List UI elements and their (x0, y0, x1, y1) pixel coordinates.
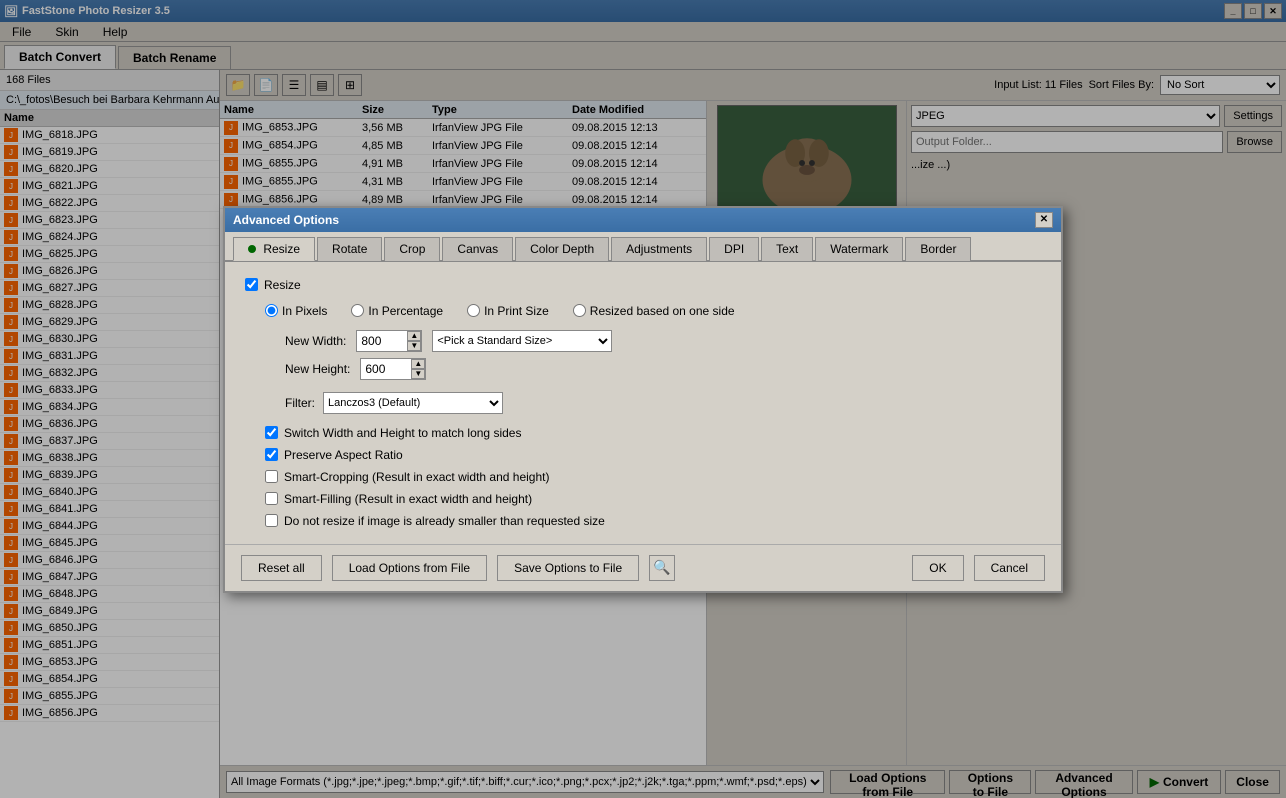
size-inputs: New Width: ▲ ▼ <Pick a Standard Size> (245, 330, 1041, 380)
reset-all-button[interactable]: Reset all (241, 555, 322, 581)
filter-select[interactable]: Lanczos3 (Default) Bilinear Bicubic Box (323, 392, 503, 414)
tab-resize[interactable]: Resize (233, 237, 315, 261)
height-up-button[interactable]: ▲ (411, 359, 425, 369)
search-icon-button[interactable]: 🔍 (649, 555, 675, 581)
smart-fill-row: Smart-Filling (Result in exact width and… (265, 492, 1041, 506)
dialog-footer: Reset all Load Options from File Save Op… (225, 544, 1061, 591)
save-options-dialog-button[interactable]: Save Options to File (497, 555, 639, 581)
tab-text[interactable]: Text (761, 237, 813, 261)
dialog-title: Advanced Options (233, 213, 339, 227)
new-width-input[interactable] (357, 331, 407, 351)
switch-wh-checkbox[interactable] (265, 426, 278, 439)
preserve-ar-label: Preserve Aspect Ratio (284, 448, 403, 462)
smart-fill-label: Smart-Filling (Result in exact width and… (284, 492, 532, 506)
filter-label: Filter: (285, 396, 315, 410)
modal-overlay: Advanced Options ✕ Resize Rotate Crop Ca… (0, 0, 1286, 798)
radio-pixels[interactable]: In Pixels (265, 304, 327, 318)
dialog-titlebar: Advanced Options ✕ (225, 208, 1061, 232)
smart-crop-row: Smart-Cropping (Result in exact width an… (265, 470, 1041, 484)
width-spinners: ▲ ▼ (407, 331, 421, 351)
resize-enable-label: Resize (264, 278, 301, 292)
advanced-options-dialog: Advanced Options ✕ Resize Rotate Crop Ca… (223, 206, 1063, 593)
tab-rotate[interactable]: Rotate (317, 237, 382, 261)
new-height-label: New Height: (285, 362, 350, 376)
resize-mode-group: In Pixels In Percentage In Print Size (245, 304, 1041, 318)
switch-wh-row: Switch Width and Height to match long si… (265, 426, 1041, 440)
dialog-close-button[interactable]: ✕ (1035, 212, 1053, 228)
tab-canvas[interactable]: Canvas (442, 237, 513, 261)
resize-enable-checkbox[interactable] (245, 278, 258, 291)
tab-active-indicator (248, 245, 256, 253)
ok-button[interactable]: OK (912, 555, 963, 581)
no-enlarge-checkbox[interactable] (265, 514, 278, 527)
preserve-ar-row: Preserve Aspect Ratio (265, 448, 1041, 462)
preserve-ar-checkbox[interactable] (265, 448, 278, 461)
tab-dpi[interactable]: DPI (709, 237, 759, 261)
resize-section: Resize In Pixels In Percentage (245, 278, 1041, 528)
radio-percentage[interactable]: In Percentage (351, 304, 443, 318)
tab-watermark[interactable]: Watermark (815, 237, 903, 261)
tab-crop[interactable]: Crop (384, 237, 440, 261)
tab-adjustments[interactable]: Adjustments (611, 237, 707, 261)
dialog-body: Resize In Pixels In Percentage (225, 262, 1061, 544)
no-enlarge-label: Do not resize if image is already smalle… (284, 514, 605, 528)
height-spinners: ▲ ▼ (411, 359, 425, 379)
width-up-button[interactable]: ▲ (407, 331, 421, 341)
app-window: 🖼 FastStone Photo Resizer 3.5 _ □ ✕ File… (0, 0, 1286, 798)
resize-options: Switch Width and Height to match long si… (245, 426, 1041, 528)
new-height-input[interactable] (361, 359, 411, 379)
resize-enable-row: Resize (245, 278, 1041, 292)
smart-fill-checkbox[interactable] (265, 492, 278, 505)
smart-crop-label: Smart-Cropping (Result in exact width an… (284, 470, 549, 484)
smart-crop-checkbox[interactable] (265, 470, 278, 483)
filter-row: Filter: Lanczos3 (Default) Bilinear Bicu… (245, 392, 1041, 414)
height-input-wrap: ▲ ▼ (360, 358, 426, 380)
width-input-wrap: ▲ ▼ (356, 330, 422, 352)
dialog-tabs: Resize Rotate Crop Canvas Color Depth Ad… (225, 232, 1061, 262)
radio-print-size[interactable]: In Print Size (467, 304, 549, 318)
switch-wh-label: Switch Width and Height to match long si… (284, 426, 521, 440)
tab-color-depth[interactable]: Color Depth (515, 237, 609, 261)
height-down-button[interactable]: ▼ (411, 369, 425, 379)
standard-size-select[interactable]: <Pick a Standard Size> 640x480 800x600 1… (432, 330, 612, 352)
radio-one-side[interactable]: Resized based on one side (573, 304, 735, 318)
load-options-dialog-button[interactable]: Load Options from File (332, 555, 487, 581)
new-width-label: New Width: (285, 334, 346, 348)
cancel-button[interactable]: Cancel (974, 555, 1045, 581)
no-enlarge-row: Do not resize if image is already smalle… (265, 514, 1041, 528)
width-down-button[interactable]: ▼ (407, 341, 421, 351)
tab-border[interactable]: Border (905, 237, 971, 261)
